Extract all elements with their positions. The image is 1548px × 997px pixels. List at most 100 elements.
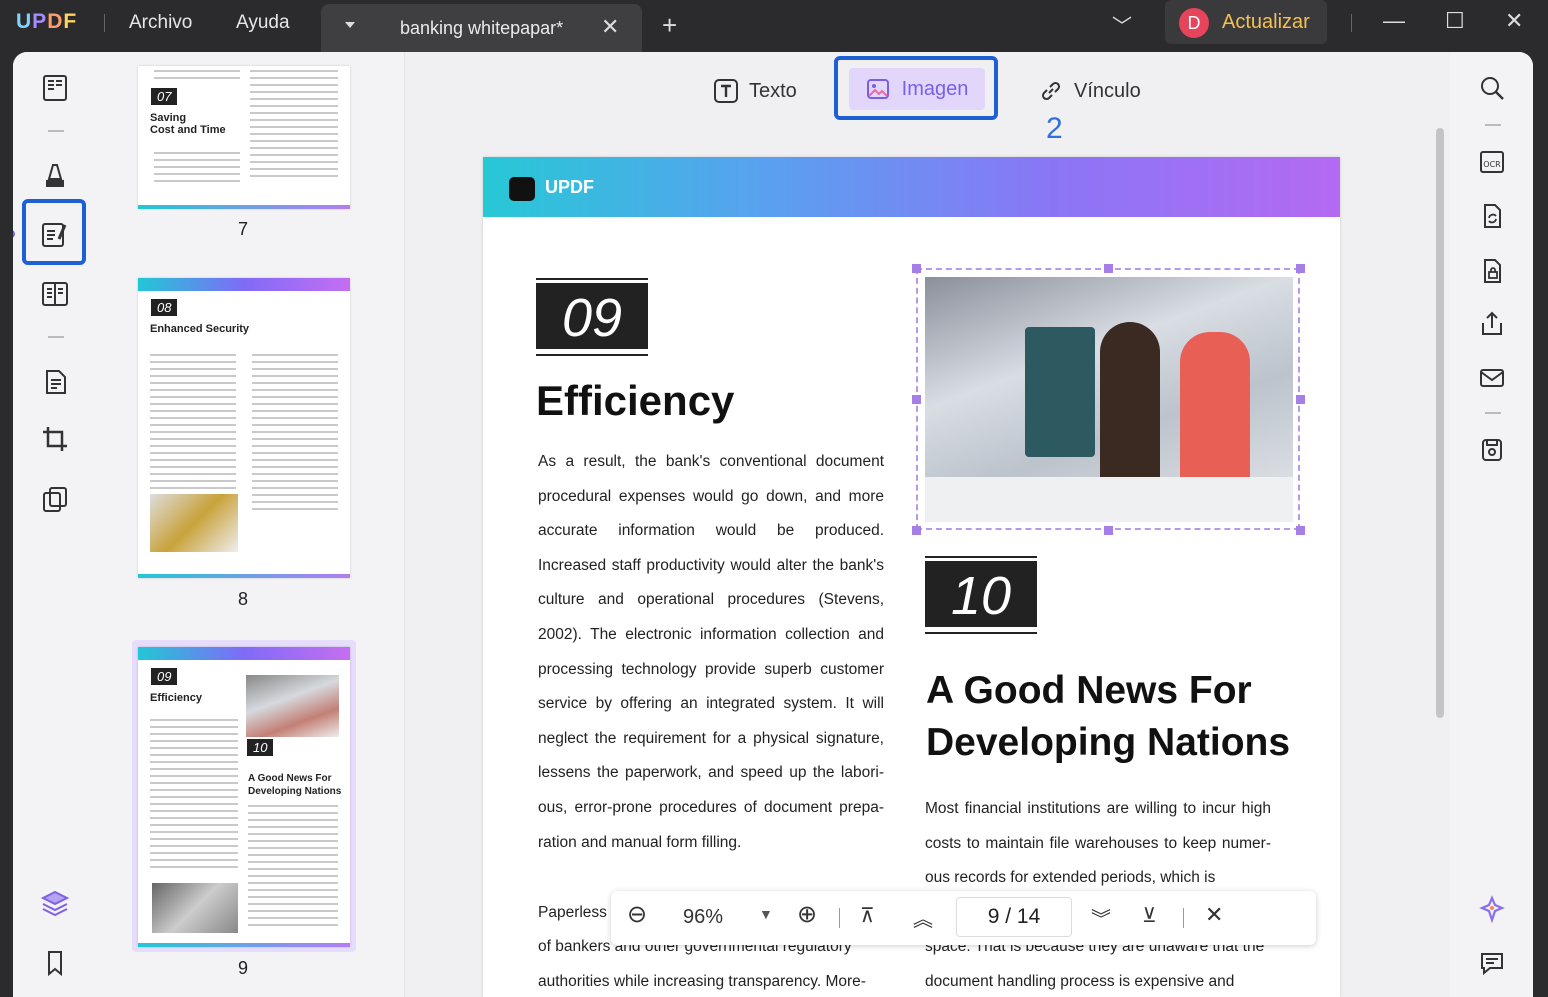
crop-icon[interactable] xyxy=(37,421,73,457)
zoom-out-icon[interactable]: ⊖ xyxy=(627,900,647,929)
page-brand: UPDF xyxy=(545,177,594,197)
resize-handle[interactable] xyxy=(912,526,921,535)
menu-ayuda[interactable]: Ayuda xyxy=(236,12,290,34)
thumb-page-label: 8 xyxy=(238,589,249,609)
text-icon xyxy=(714,79,738,103)
thumb-footer-bar xyxy=(138,205,350,209)
section-body-fragment[interactable]: Paperless xyxy=(538,896,607,931)
protect-icon[interactable] xyxy=(1478,257,1506,285)
thumb-header-bar xyxy=(138,647,350,660)
thumbnail-panel: 07 Saving Cost and Time 7 08 Enhanced Se… xyxy=(97,52,405,997)
first-page-icon[interactable]: ⊼ xyxy=(860,903,875,928)
app-window: 1 07 Saving Cost and Time 7 08 Enhanced … xyxy=(13,52,1533,997)
ai-assistant-icon[interactable] xyxy=(1478,895,1506,924)
image-tool-button[interactable]: Imagen xyxy=(849,68,985,110)
minimize-icon[interactable]: — xyxy=(1383,8,1405,34)
layers-icon[interactable] xyxy=(37,885,73,921)
reader-icon[interactable] xyxy=(37,70,73,106)
link-icon xyxy=(1041,81,1061,101)
tab-dropdown-icon[interactable] xyxy=(345,22,355,28)
zoom-separator xyxy=(839,908,840,928)
previous-page-icon[interactable]: ︽ xyxy=(913,903,933,932)
tab-title: banking whitepapar* xyxy=(400,18,564,38)
link-tool-button[interactable]: Vínculo xyxy=(1038,74,1141,108)
bookmark-icon[interactable] xyxy=(37,945,73,981)
title-separator xyxy=(104,14,105,32)
copy-icon[interactable] xyxy=(37,482,73,518)
section-body-fragment[interactable]: authorities while increasing transparenc… xyxy=(538,965,884,997)
thumb-section-num: 09 xyxy=(151,668,178,685)
document-tab[interactable]: banking whitepapar* ✕ xyxy=(321,4,642,52)
search-icon[interactable] xyxy=(1478,74,1506,102)
edit-pdf-icon[interactable] xyxy=(37,217,73,253)
pages-icon[interactable] xyxy=(37,364,73,400)
section-title[interactable]: Efficiency xyxy=(536,377,734,425)
zoom-value[interactable]: 96% xyxy=(683,906,723,929)
section-number: 09 xyxy=(536,278,648,356)
section-body-fragment[interactable]: document handling process is expensive a… xyxy=(925,965,1271,997)
upgrade-label: Actualizar xyxy=(1222,11,1310,33)
thumb-image xyxy=(150,494,238,552)
ocr-icon[interactable]: OCR xyxy=(1478,148,1506,176)
active-indicator xyxy=(13,230,15,238)
vertical-scrollbar[interactable] xyxy=(1436,128,1444,718)
resize-handle[interactable] xyxy=(1104,526,1113,535)
resize-handle[interactable] xyxy=(912,264,921,273)
thumb-section-num: 08 xyxy=(151,299,178,316)
maximize-icon[interactable]: ☐ xyxy=(1445,8,1465,34)
thumbnail-page-9[interactable]: 09 Efficiency 10 A Good News For Develop… xyxy=(138,647,350,947)
menu-archivo[interactable]: Archivo xyxy=(129,12,192,34)
resize-handle[interactable] xyxy=(1104,264,1113,273)
thumb-footer-bar xyxy=(138,943,350,947)
current-page[interactable]: 9 xyxy=(988,905,1000,928)
zoom-page-bar: ⊖ 96% ▼ ⊕ ⊼ ︽ 9 / 14 ︾ ⊻ ✕ xyxy=(611,891,1316,945)
save-icon[interactable] xyxy=(1478,436,1506,464)
image-icon xyxy=(866,79,889,99)
resize-handle[interactable] xyxy=(912,395,921,404)
section-body[interactable]: As a result, the bank's conventional doc… xyxy=(538,445,884,860)
thumb-section-title: Enhanced Security xyxy=(150,323,250,335)
thumb-section2-title: Developing Nations xyxy=(248,786,342,797)
last-page-icon[interactable]: ⊻ xyxy=(1142,903,1157,928)
updf-brand-icon xyxy=(509,177,535,201)
comments-icon[interactable] xyxy=(1478,949,1506,977)
email-icon[interactable] xyxy=(1478,364,1506,392)
page-indicator[interactable]: 9 / 14 xyxy=(956,897,1072,937)
close-tab-icon[interactable]: ✕ xyxy=(601,14,619,40)
thumbnail-page-7[interactable]: 07 Saving Cost and Time xyxy=(138,66,350,209)
section-body[interactable]: Most financial institutions are willing … xyxy=(925,792,1271,896)
close-bar-icon[interactable]: ✕ xyxy=(1205,902,1223,928)
title-separator xyxy=(1351,14,1352,32)
image-tool-label: Imagen xyxy=(901,77,969,100)
zoom-dropdown-icon[interactable]: ▼ xyxy=(759,906,773,922)
upgrade-button[interactable]: D Actualizar xyxy=(1165,0,1327,44)
new-tab-icon[interactable]: + xyxy=(662,10,677,41)
document-view: Texto Imagen Vínculo 2 UPDF 09 Efficienc… xyxy=(406,52,1450,997)
resize-handle[interactable] xyxy=(1296,395,1305,404)
page-separator: / xyxy=(1005,905,1012,928)
pdf-page[interactable]: UPDF 09 Efficiency As a result, the bank… xyxy=(483,157,1340,997)
convert-icon[interactable] xyxy=(1478,202,1506,230)
rail-divider xyxy=(1485,412,1501,414)
zoom-in-icon[interactable]: ⊕ xyxy=(797,900,817,929)
organize-icon[interactable] xyxy=(37,276,73,312)
thumb-section2-num: 10 xyxy=(247,739,274,756)
page-header-banner: UPDF xyxy=(483,157,1340,217)
thumb-footer-bar xyxy=(138,574,350,578)
thumbnail-page-8[interactable]: 08 Enhanced Security xyxy=(138,278,350,578)
next-page-icon[interactable]: ︾ xyxy=(1091,903,1111,932)
rail-divider xyxy=(1485,124,1501,126)
resize-handle[interactable] xyxy=(1296,264,1305,273)
title-bar: UPDF Archivo Ayuda banking whitepapar* ✕… xyxy=(0,0,1548,52)
resize-handle[interactable] xyxy=(1296,526,1305,535)
window-close-icon[interactable]: ✕ xyxy=(1505,8,1523,34)
section-title[interactable]: A Good News For Developing Nations xyxy=(926,665,1326,769)
share-icon[interactable] xyxy=(1478,310,1506,338)
chevron-down-icon[interactable]: ﹀ xyxy=(1112,10,1132,39)
highlighter-icon[interactable] xyxy=(37,157,73,193)
thumb-header-bar xyxy=(138,278,350,291)
image-selection-box[interactable] xyxy=(916,268,1300,530)
text-tool-button[interactable]: Texto xyxy=(713,74,797,108)
rail-divider xyxy=(48,130,64,132)
thumb-photo xyxy=(246,675,339,737)
